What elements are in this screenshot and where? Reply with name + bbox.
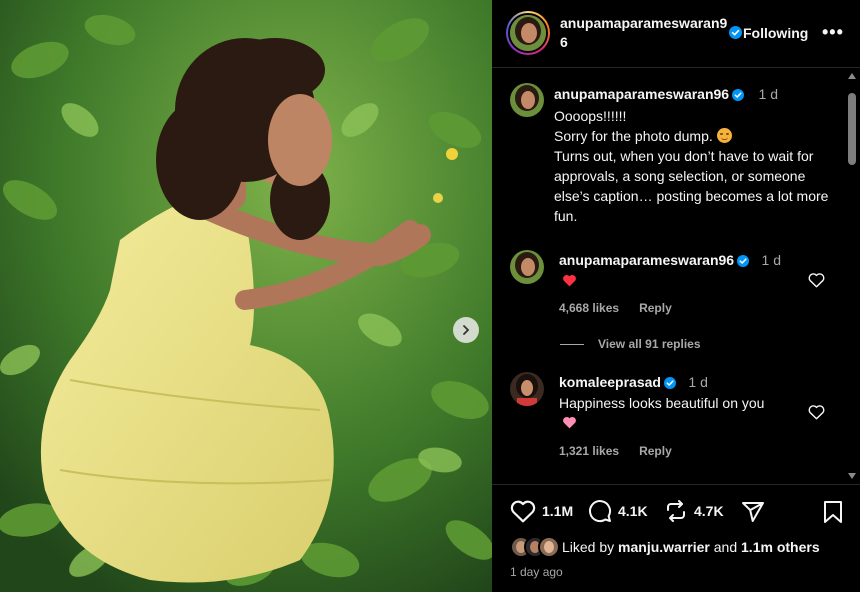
comment-username[interactable]: anupamaparameswaran96	[559, 252, 734, 268]
following-button[interactable]: Following	[743, 25, 808, 41]
red-heart-emoji	[563, 275, 576, 287]
comment-header: anupamaparameswaran96 1 d	[559, 252, 781, 270]
caption-username[interactable]: anupamaparameswaran96	[554, 86, 729, 102]
reply-button[interactable]: Reply	[639, 301, 672, 315]
post-actions: 1.1M 4.1K 4.7K Liked by manju.warrier an…	[492, 484, 860, 592]
scrollbar-thumb[interactable]	[848, 93, 856, 165]
comment-meta: 1,321 likes Reply	[559, 444, 672, 458]
verified-badge-icon	[729, 26, 742, 39]
caption-header: anupamaparameswaran96 1 d	[554, 86, 778, 104]
likes-count[interactable]: 1.1M	[542, 503, 573, 519]
comment-likes[interactable]: 1,321 likes	[559, 444, 619, 458]
comment-username[interactable]: komaleeprasad	[559, 374, 661, 390]
comment-action[interactable]: 4.1K	[588, 499, 648, 523]
next-photo-button[interactable]	[453, 317, 479, 343]
more-options-icon[interactable]: •••	[822, 22, 844, 43]
avatar-image	[510, 372, 544, 406]
comment-icon[interactable]	[588, 499, 612, 523]
liked-by-others[interactable]: 1.1m others	[741, 539, 820, 555]
comment-likes[interactable]: 4,668 likes	[559, 301, 619, 315]
pink-heart-emoji	[563, 417, 576, 429]
replies-divider	[560, 344, 584, 346]
comment-time[interactable]: 1 d	[762, 252, 781, 268]
comment-avatar[interactable]	[510, 250, 544, 284]
post-header: anupamaparameswaran96 Following •••	[492, 0, 860, 68]
author-username[interactable]: anupamaparameswaran96	[560, 14, 730, 52]
caption-avatar[interactable]	[510, 83, 544, 117]
repost-icon[interactable]	[664, 499, 688, 523]
photo-image	[0, 0, 492, 592]
post-side-panel: anupamaparameswaran96 Following ••• anup…	[492, 0, 860, 592]
verified-badge-icon	[737, 255, 750, 267]
reposts-count[interactable]: 4.7K	[694, 503, 724, 519]
comment-avatar[interactable]	[510, 372, 544, 406]
liked-by: Liked by manju.warrier and 1.1m others	[510, 536, 820, 558]
repost-action[interactable]: 4.7K	[664, 499, 724, 523]
post-timestamp[interactable]: 1 day ago	[510, 565, 563, 579]
caption-text: Oooops!!!!!! Sorry for the photo dump. T…	[554, 106, 834, 226]
comment-text: Happiness looks beautiful on you	[559, 395, 765, 411]
share-icon[interactable]	[740, 500, 766, 524]
reply-button[interactable]: Reply	[639, 444, 672, 458]
liked-by-avatars[interactable]	[510, 536, 562, 558]
chevron-right-icon	[463, 325, 470, 335]
caption-time[interactable]: 1 d	[759, 86, 778, 102]
caption-line: Sorry for the photo dump.	[554, 126, 834, 146]
liker-avatar	[538, 536, 560, 558]
author-avatar[interactable]	[506, 11, 550, 55]
comment-header: komaleeprasad 1 d	[559, 374, 708, 392]
view-replies-button[interactable]: View all 91 replies	[560, 337, 701, 351]
like-action[interactable]: 1.1M	[510, 499, 573, 523]
comment-time[interactable]: 1 d	[688, 374, 707, 390]
verified-badge-icon	[732, 89, 745, 101]
comment-meta: 4,668 likes Reply	[559, 301, 672, 315]
comments-count[interactable]: 4.1K	[618, 503, 648, 519]
verified-badge-icon	[663, 377, 676, 389]
heart-icon[interactable]	[510, 499, 536, 523]
smiling-face-emoji	[716, 128, 732, 143]
heart-icon[interactable]	[808, 404, 825, 420]
comments-scrollbar[interactable]	[846, 73, 858, 479]
comments-list[interactable]: anupamaparameswaran96 1 d Oooops!!!!!! S…	[492, 69, 860, 483]
avatar-image	[510, 250, 544, 284]
caption-line: Turns out, when you don’t have to wait f…	[554, 148, 829, 224]
scroll-down-arrow[interactable]	[848, 473, 856, 479]
caption-line: Oooops!!!!!!	[554, 108, 627, 124]
heart-icon[interactable]	[808, 272, 825, 288]
liked-by-user[interactable]: manju.warrier	[618, 539, 710, 555]
post-photo	[0, 0, 492, 592]
liked-by-text: Liked by manju.warrier and 1.1m others	[562, 539, 820, 555]
scroll-up-arrow[interactable]	[848, 73, 856, 79]
avatar-image	[510, 83, 544, 117]
avatar-image	[510, 15, 546, 51]
bookmark-icon[interactable]	[822, 500, 844, 524]
